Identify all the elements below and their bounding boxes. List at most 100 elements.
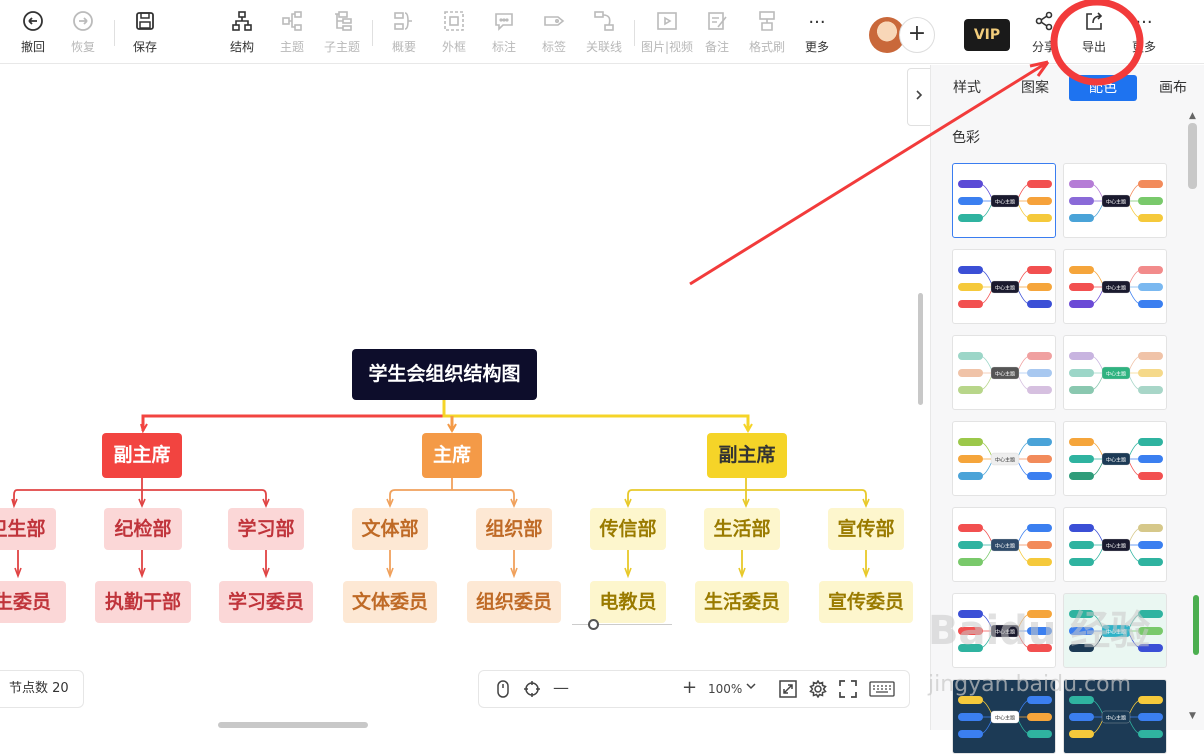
panel-scroll-indicator [1193,595,1199,655]
tab-color-scheme[interactable]: 配色 [1069,75,1137,101]
summary-button[interactable]: 概要 [378,10,430,55]
tag-icon [528,10,580,36]
zoom-out-icon[interactable]: — [553,678,569,697]
canvas-horizontal-scrollbar[interactable] [218,722,368,728]
color-scheme-thumbnail[interactable]: 中心主题 [952,249,1056,324]
color-scheme-thumbnail[interactable]: 中心主题 [1063,507,1167,582]
subtopic-icon [316,10,368,36]
subtopic-duty-cadre[interactable]: 执勤干部 [95,581,191,623]
frame-icon [428,10,480,36]
more-options-button[interactable]: ··· 更多 [1118,10,1170,55]
structure-icon [216,10,268,36]
zoom-level[interactable]: 100% [708,682,742,696]
subtopic-av-member[interactable]: 电教员 [590,581,666,623]
subtopic-life-member[interactable]: 生活委员 [695,581,789,623]
subtopic-publicity-dept[interactable]: 宣传部 [828,508,904,550]
tab-canvas[interactable]: 画布 [1151,75,1195,101]
export-icon [1068,10,1120,36]
tab-pattern[interactable]: 图案 [1011,75,1059,101]
structure-button[interactable]: 结构 [216,10,268,55]
fullscreen-icon[interactable] [839,680,857,702]
subtopic-sports-dept[interactable]: 文体部 [352,508,428,550]
zoom-slider-track[interactable] [572,624,672,625]
svg-text:中心主题: 中心主题 [995,199,1015,206]
topic-vice-chair-right[interactable]: 副主席 [707,433,787,478]
subtopic-organization-member[interactable]: 组织委员 [467,581,561,623]
callout-button[interactable]: 标注 [478,10,530,55]
color-scheme-thumbnail[interactable]: 中心主题 [952,335,1056,410]
subtopic-communication-dept[interactable]: 传信部 [590,508,666,550]
topic-button[interactable]: 主题 [266,10,318,55]
redo-button[interactable]: 恢复 [57,10,109,55]
save-button[interactable]: 保存 [119,10,171,55]
subtopic-life-dept[interactable]: 生活部 [704,508,780,550]
format-brush-button[interactable]: 格式刷 [741,10,793,55]
color-scheme-thumbnail[interactable]: 中心主题 [1063,249,1167,324]
zoom-toolbar: — + 100% [478,670,910,708]
topic-chair[interactable]: 主席 [422,433,482,478]
scroll-down-arrow-icon[interactable]: ▼ [1189,711,1196,721]
canvas-vertical-scrollbar[interactable] [918,293,923,405]
toolbar-divider [114,20,115,46]
media-button[interactable]: 图片|视频 [641,10,693,55]
svg-text:中心主题: 中心主题 [995,715,1015,722]
subtopic-discipline-dept[interactable]: 纪检部 [104,508,182,550]
color-scheme-thumbnail[interactable]: 中心主题 [952,421,1056,496]
subtopic-health-dept[interactable]: 卫生部 [0,508,56,550]
section-title-color: 色彩 [952,130,980,146]
mouse-mode-icon[interactable] [495,680,511,702]
watermark-logo: Baidu 经验 [928,608,1151,654]
chevron-down-icon[interactable] [745,680,757,695]
mindmap-canvas[interactable]: 学生会组织结构图 副主席 主席 副主席 卫生部 纪检部 学习部 卫生委员 执勤干… [0,65,930,730]
subtopic-health-member[interactable]: 卫生委员 [0,581,66,623]
more-button[interactable]: ··· 更多 [791,10,843,55]
subtopic-study-member[interactable]: 学习委员 [219,581,313,623]
vip-badge[interactable]: VIP [964,19,1010,51]
subtopic-organization-dept[interactable]: 组织部 [476,508,552,550]
settings-gear-icon[interactable] [809,679,827,702]
tab-style[interactable]: 样式 [945,75,989,101]
color-scheme-thumbnail[interactable]: 中心主题 [952,163,1056,238]
undo-button[interactable]: 撤回 [7,10,59,55]
relation-line-icon [578,10,630,36]
frame-button[interactable]: 外框 [428,10,480,55]
export-button[interactable]: 导出 [1068,10,1120,55]
root-topic[interactable]: 学生会组织结构图 [352,349,537,400]
color-scheme-thumbnail[interactable]: 中心主题 [952,507,1056,582]
format-brush-icon [741,10,793,36]
share-button[interactable]: 分享 [1018,10,1070,55]
share-icon [1018,10,1070,36]
relation-line-button[interactable]: 关联线 [578,10,630,55]
locate-center-icon[interactable] [523,680,541,702]
tag-button[interactable]: 标签 [528,10,580,55]
color-scheme-thumbnail[interactable]: 中心主题 [1063,335,1167,410]
toolbar: 撤回 恢复 保存 结构 主题 子主题 概要 外框 标注 标签 关联线 图片|视频… [0,0,1204,64]
keyboard-shortcuts-icon[interactable] [869,680,895,702]
panel-collapse-button[interactable] [907,68,931,126]
panel-scrollbar[interactable] [1188,123,1197,189]
color-scheme-thumbnail[interactable]: 中心主题 [1063,163,1167,238]
toolbar-divider [634,20,635,46]
subtopic-study-dept[interactable]: 学习部 [228,508,304,550]
topic-vice-chair-left[interactable]: 副主席 [102,433,182,478]
subtopic-publicity-member[interactable]: 宣传委员 [819,581,913,623]
subtopic-button[interactable]: 子主题 [316,10,368,55]
topic-icon [266,10,318,36]
svg-text:中心主题: 中心主题 [995,285,1015,292]
zoom-slider-handle[interactable] [588,619,599,630]
svg-text:中心主题: 中心主题 [1106,285,1126,292]
zoom-in-icon[interactable]: + [682,677,697,698]
svg-text:中心主题: 中心主题 [995,371,1015,378]
image-video-icon [641,10,693,36]
scroll-up-arrow-icon[interactable]: ▲ [1189,111,1196,121]
add-collaborator-button[interactable]: + [899,17,935,53]
svg-text:中心主题: 中心主题 [1106,457,1126,464]
redo-icon [57,10,109,36]
more-icon: ··· [1135,12,1153,33]
svg-text:中心主题: 中心主题 [995,457,1015,464]
remark-button[interactable]: 备注 [691,10,743,55]
subtopic-sports-member[interactable]: 文体委员 [343,581,437,623]
fit-screen-icon[interactable] [779,680,797,702]
color-scheme-thumbnail[interactable]: 中心主题 [1063,421,1167,496]
undo-icon [7,10,59,36]
